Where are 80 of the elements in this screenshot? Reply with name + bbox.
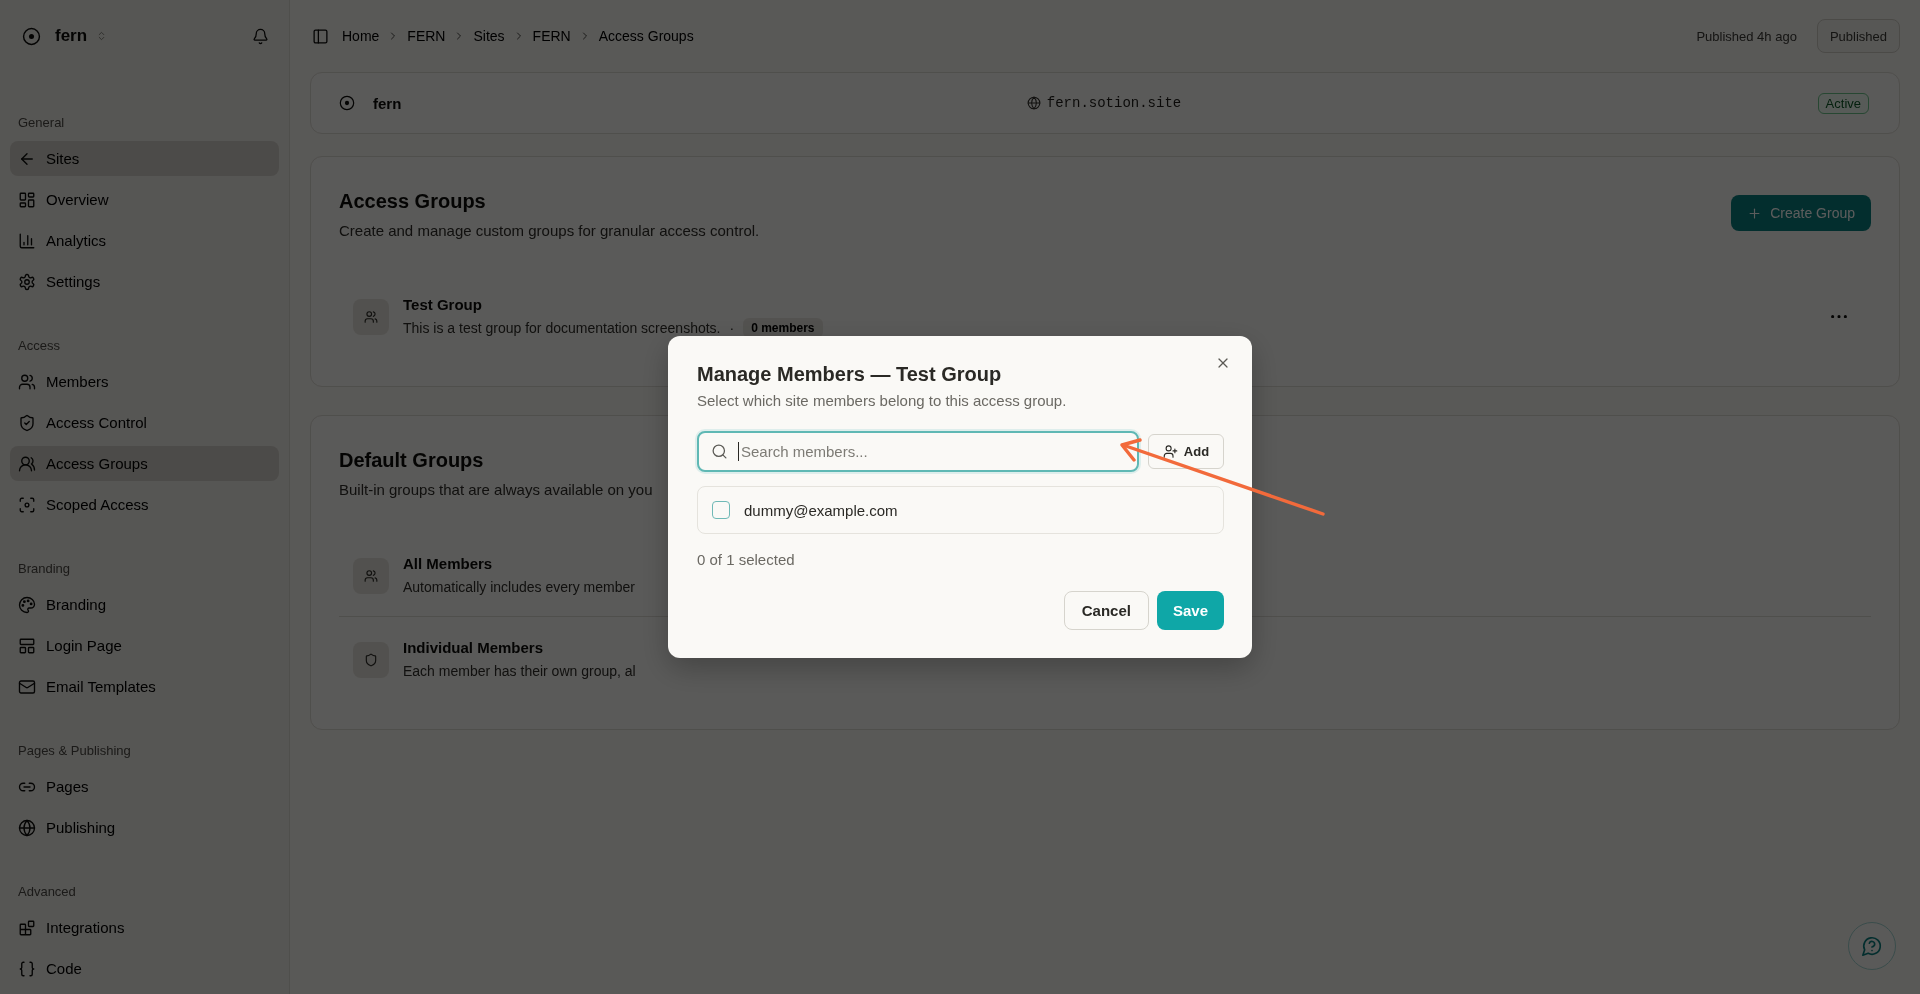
circle-dot-icon xyxy=(339,95,355,111)
breadcrumb-link[interactable]: FERN xyxy=(407,28,446,44)
group-description: This is a test group for documentation screenshots. xyxy=(403,319,721,338)
group-name: All Members xyxy=(403,554,493,574)
site-name: fern xyxy=(373,94,402,112)
breadcrumb-link[interactable]: FERN xyxy=(532,28,571,44)
search-field[interactable]: Search members... xyxy=(697,431,1139,472)
scan-icon xyxy=(18,495,36,514)
dialog-title: Manage Members — Test Group xyxy=(697,362,1002,387)
add-member-button[interactable]: Add xyxy=(1148,434,1224,469)
dialog-description: Select which site members belong to this access group. xyxy=(697,391,1067,411)
globe-icon xyxy=(1026,96,1041,110)
braces-icon xyxy=(18,959,36,978)
section-description: Built-in groups that are always available on you xyxy=(339,480,653,500)
site-domain: fern.sotion.site xyxy=(1046,95,1182,111)
user-plus-icon xyxy=(1162,444,1178,459)
breadcrumb-link[interactable]: Home xyxy=(342,28,380,44)
ellipsis-icon xyxy=(1831,314,1847,319)
member-email: dummy@example.com xyxy=(744,501,898,519)
settings-icon xyxy=(18,272,36,291)
sidebar-item[interactable]: Code xyxy=(10,951,279,986)
text-cursor xyxy=(738,442,739,461)
section-label: Advanced xyxy=(17,883,76,901)
mail-icon xyxy=(18,677,36,696)
sidebar-item[interactable]: Branding xyxy=(10,587,279,622)
create-group-button[interactable]: Create Group xyxy=(1731,195,1871,231)
question-bubble-icon xyxy=(1861,935,1883,957)
sidebar-item[interactable]: Scoped Access xyxy=(10,487,279,522)
breadcrumb-link[interactable]: Sites xyxy=(473,28,505,44)
sidebar-item[interactable]: Access Groups xyxy=(10,446,279,481)
group-name: Test Group xyxy=(403,295,482,315)
status-pill: Active xyxy=(1817,92,1869,114)
save-button[interactable]: Save xyxy=(1156,591,1224,630)
group-description: Automatically includes every member xyxy=(403,578,635,597)
sidebar-item[interactable]: Login Page xyxy=(10,628,279,663)
people-icon xyxy=(18,372,36,391)
cancel-button[interactable]: Cancel xyxy=(1063,591,1149,630)
section-label: Branding xyxy=(17,560,71,578)
sidebar-item[interactable]: Overview xyxy=(10,182,279,217)
section-label: Access xyxy=(17,337,60,355)
blocks-icon xyxy=(18,918,36,937)
sidebar-item[interactable]: Analytics xyxy=(10,223,279,258)
sidebar-item[interactable]: Publishing xyxy=(10,810,279,845)
people-icon xyxy=(353,557,389,594)
checkbox[interactable] xyxy=(712,501,730,519)
plus-icon xyxy=(1747,205,1763,221)
shield-icon xyxy=(353,641,389,678)
sidebar-item[interactable]: Members xyxy=(10,364,279,399)
member-count-badge: 0 members xyxy=(743,318,823,338)
sidebar-item[interactable]: Sites xyxy=(10,141,279,176)
selection-count: 0 of 1 selected xyxy=(697,550,795,570)
sidebar-item[interactable]: Email Templates xyxy=(10,669,279,704)
workspace-name[interactable]: fern xyxy=(55,26,88,46)
section-title: Access Groups xyxy=(339,189,486,213)
help-button[interactable] xyxy=(1848,922,1896,970)
breadcrumb-link[interactable]: Access Groups xyxy=(598,28,694,44)
shield-check-icon xyxy=(18,413,36,432)
layout-icon xyxy=(18,636,36,655)
panel-icon xyxy=(312,27,329,45)
people-icon xyxy=(353,298,389,335)
circle-dot-icon xyxy=(22,26,41,46)
bar-chart-icon xyxy=(18,231,36,250)
section-label: Pages & Publishing xyxy=(17,742,131,760)
sidebar-item[interactable]: Pages xyxy=(10,769,279,804)
group-name: Individual Members xyxy=(403,638,544,658)
publish-status: Published 4h ago xyxy=(1696,28,1797,44)
dashboard-icon xyxy=(18,190,36,209)
search-icon xyxy=(711,443,728,460)
group-description: Each member has their own group, al xyxy=(403,662,636,681)
sidebar-item[interactable]: Access Control xyxy=(10,405,279,440)
bell-icon xyxy=(252,27,269,45)
sidebar-item[interactable]: Settings xyxy=(10,264,279,299)
sidebar-item[interactable]: Integrations xyxy=(10,910,279,945)
globe-icon xyxy=(18,818,36,837)
separator-dot: · xyxy=(729,320,735,336)
palette-icon xyxy=(18,595,36,614)
section-label: General xyxy=(17,114,65,132)
section-description: Create and manage custom groups for granular access control. xyxy=(339,221,760,241)
people-icon xyxy=(18,454,36,473)
section-title: Default Groups xyxy=(339,448,484,472)
